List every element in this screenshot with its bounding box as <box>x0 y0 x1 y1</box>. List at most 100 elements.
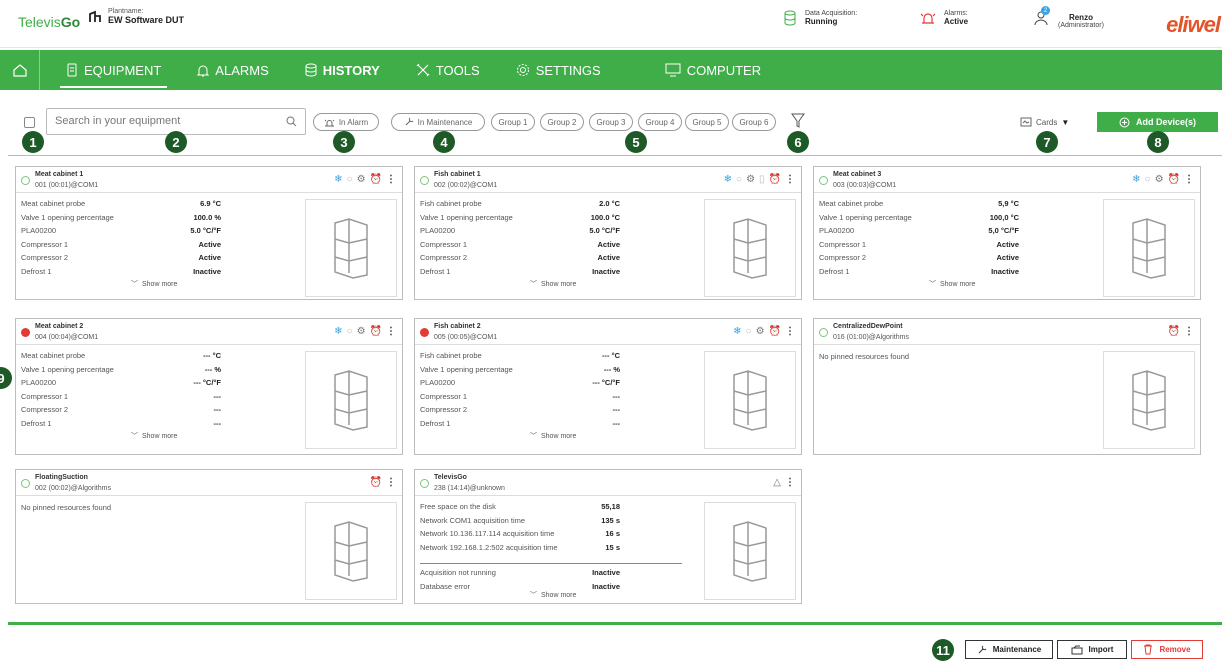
import-button[interactable]: Import <box>1057 640 1127 659</box>
more-menu-icon[interactable]: ⋮ <box>386 174 396 185</box>
more-menu-icon[interactable]: ⋮ <box>1184 174 1194 185</box>
device-card[interactable]: Fish cabinet 1 002 (00:02)@COM1 ❄ ○ ⚙ ▯ ⏰ ⋮ Fish… <box>414 166 802 300</box>
import-icon <box>1071 645 1083 654</box>
database-icon <box>305 63 317 77</box>
callout-2: 2 <box>165 131 187 153</box>
group-4-label: Group 4 <box>645 117 675 127</box>
no-pinned-text: No pinned resources found <box>21 503 112 512</box>
select-all-checkbox[interactable] <box>24 117 35 128</box>
filter-group-1[interactable]: Group 1 <box>491 113 535 131</box>
value-reading: Active <box>198 253 221 263</box>
value-label: Free space on the disk <box>420 502 496 511</box>
device-name[interactable]: Fish cabinet 1 <box>434 171 481 178</box>
value-label: Compressor 2 <box>21 253 69 263</box>
device-card[interactable]: TelevisGo 238 (14:14)@unknown △ ⋮ Free space… <box>414 469 802 604</box>
filter-in-alarm[interactable]: In Alarm <box>313 113 379 131</box>
more-menu-icon[interactable]: ⋮ <box>1184 326 1194 337</box>
show-more-button[interactable]: ﹀ Show more <box>530 431 576 441</box>
filter-group-4[interactable]: Group 4 <box>638 113 682 131</box>
more-menu-icon[interactable]: ⋮ <box>785 174 795 185</box>
value-label: Defrost 1 <box>420 266 451 276</box>
alarms-status[interactable]: Alarms: Active <box>920 10 968 26</box>
filter-group-3[interactable]: Group 3 <box>589 113 633 131</box>
chevron-down-icon: ﹀ <box>530 433 537 440</box>
device-card[interactable]: Meat cabinet 1 001 (00:01)@COM1 ❄ ○ ⚙ ⏰ ⋮ Meat … <box>15 166 403 300</box>
remove-button[interactable]: Remove <box>1131 640 1203 659</box>
cards-icon <box>1020 117 1032 127</box>
device-name[interactable]: Meat cabinet 3 <box>833 171 881 178</box>
card-status-icons: ⏰ ⋮ <box>1168 326 1194 337</box>
filter-group-2[interactable]: Group 2 <box>540 113 584 131</box>
data-acquisition-status[interactable]: Data Acquisition: Running <box>783 10 857 26</box>
value-row: Fish cabinet probe 2.0 °C <box>420 199 670 213</box>
value-row: Valve 1 opening percentage 100,0 °C <box>819 213 1069 227</box>
value-row: Compressor 2 Active <box>420 253 670 267</box>
more-menu-icon[interactable]: ⋮ <box>785 477 795 488</box>
acq-value: Running <box>805 17 838 26</box>
more-menu-icon[interactable]: ⋮ <box>386 326 396 337</box>
show-more-label: Show more <box>940 280 976 288</box>
device-name-text: Meat cabinet 2 <box>35 323 84 330</box>
import-label: Import <box>1088 645 1114 654</box>
show-more-button[interactable]: ﹀ Show more <box>131 279 177 289</box>
logo-text-a: Televis <box>18 14 61 30</box>
value-row: Valve 1 opening percentage 100.0 °C <box>420 213 670 227</box>
device-card[interactable]: Meat cabinet 2 004 (00:04)@COM1 ❄ ○ ⚙ ⏰ ⋮ Meat … <box>15 318 403 455</box>
tab-history[interactable]: HISTORY <box>287 50 398 90</box>
value-label: Defrost 1 <box>21 266 52 276</box>
filter-icon[interactable] <box>791 113 805 129</box>
device-card[interactable]: Fish cabinet 2 005 (00:05)@COM1 ❄ ○ ⚙ ⏰ ⋮ Fish … <box>414 318 802 455</box>
device-card[interactable]: FloatingSuction 002 (00:02)@Algorithms ⏰ ⋮ N… <box>15 469 403 604</box>
value-reading: 135 s <box>601 515 620 525</box>
value-label: Defrost 1 <box>420 418 451 428</box>
device-name[interactable]: FloatingSuction <box>35 474 88 481</box>
acq-label: Data Acquisition: <box>805 10 858 17</box>
user-menu[interactable]: 2 Renzo (Administrator) <box>1034 6 1104 31</box>
maintenance-button[interactable]: Maintenance <box>965 640 1053 659</box>
more-menu-icon[interactable]: ⋮ <box>785 326 795 337</box>
show-more-button[interactable]: ﹀ Show more <box>530 590 576 600</box>
user-avatar: 2 <box>1034 6 1050 31</box>
fan-icon: ⚙ <box>1154 174 1164 185</box>
home-button[interactable] <box>0 50 40 90</box>
value-row: Network 10.136.117.114 acquisition time 1… <box>420 529 670 543</box>
value-label: Compressor 2 <box>819 253 867 263</box>
add-device-button[interactable]: Add Device(s) <box>1097 112 1218 132</box>
device-name[interactable]: Meat cabinet 2 <box>35 323 83 330</box>
tab-settings[interactable]: SETTINGS <box>498 50 619 90</box>
value-reading: 100.0 °C <box>590 212 620 222</box>
card-header: CentralizedDewPoint 016 (01:00)@Algorithm… <box>814 319 1200 345</box>
value-label: Compressor 2 <box>21 405 69 415</box>
show-more-button[interactable]: ﹀ Show more <box>929 279 975 289</box>
filter-group-5[interactable]: Group 5 <box>685 113 729 131</box>
home-icon <box>12 64 27 77</box>
filter-group-6[interactable]: Group 6 <box>732 113 776 131</box>
value-label: Defrost 1 <box>819 266 850 276</box>
tab-alarms[interactable]: ALARMS <box>179 50 286 90</box>
device-name[interactable]: Fish cabinet 2 <box>434 323 481 330</box>
device-name[interactable]: CentralizedDewPoint <box>833 323 903 330</box>
filter-in-maintenance[interactable]: In Maintenance <box>391 113 485 131</box>
drop-icon: ○ <box>745 326 752 337</box>
more-menu-icon[interactable]: ⋮ <box>386 477 396 488</box>
show-more-button[interactable]: ﹀ Show more <box>131 431 177 441</box>
value-label: PLA00200 <box>21 226 57 236</box>
device-image-icon <box>1132 370 1166 431</box>
tab-computer[interactable]: COMPUTER <box>647 50 779 90</box>
device-name[interactable]: TelevisGo <box>434 474 467 481</box>
value-label: PLA00200 <box>21 378 57 388</box>
group-6-label: Group 6 <box>739 117 769 127</box>
alarms-value: Active <box>944 17 969 26</box>
tab-equipment[interactable]: EQUIPMENT <box>48 50 179 90</box>
value-label: Meat cabinet probe <box>21 199 86 208</box>
tab-tools[interactable]: TOOLS <box>398 50 498 90</box>
search-icon[interactable] <box>286 116 297 127</box>
callout-5: 5 <box>625 131 647 153</box>
view-selector[interactable]: Cards ▼ <box>1020 117 1069 127</box>
device-name[interactable]: Meat cabinet 1 <box>35 171 83 178</box>
value-label: Compressor 1 <box>420 239 468 249</box>
show-more-button[interactable]: ﹀ Show more <box>530 279 576 289</box>
device-card[interactable]: CentralizedDewPoint 016 (01:00)@Algorithm… <box>813 318 1201 455</box>
device-card[interactable]: Meat cabinet 3 003 (00:03)@COM1 ❄ ○ ⚙ ⏰ ⋮ Meat … <box>813 166 1201 300</box>
value-reading: 100.0 % <box>193 212 221 222</box>
